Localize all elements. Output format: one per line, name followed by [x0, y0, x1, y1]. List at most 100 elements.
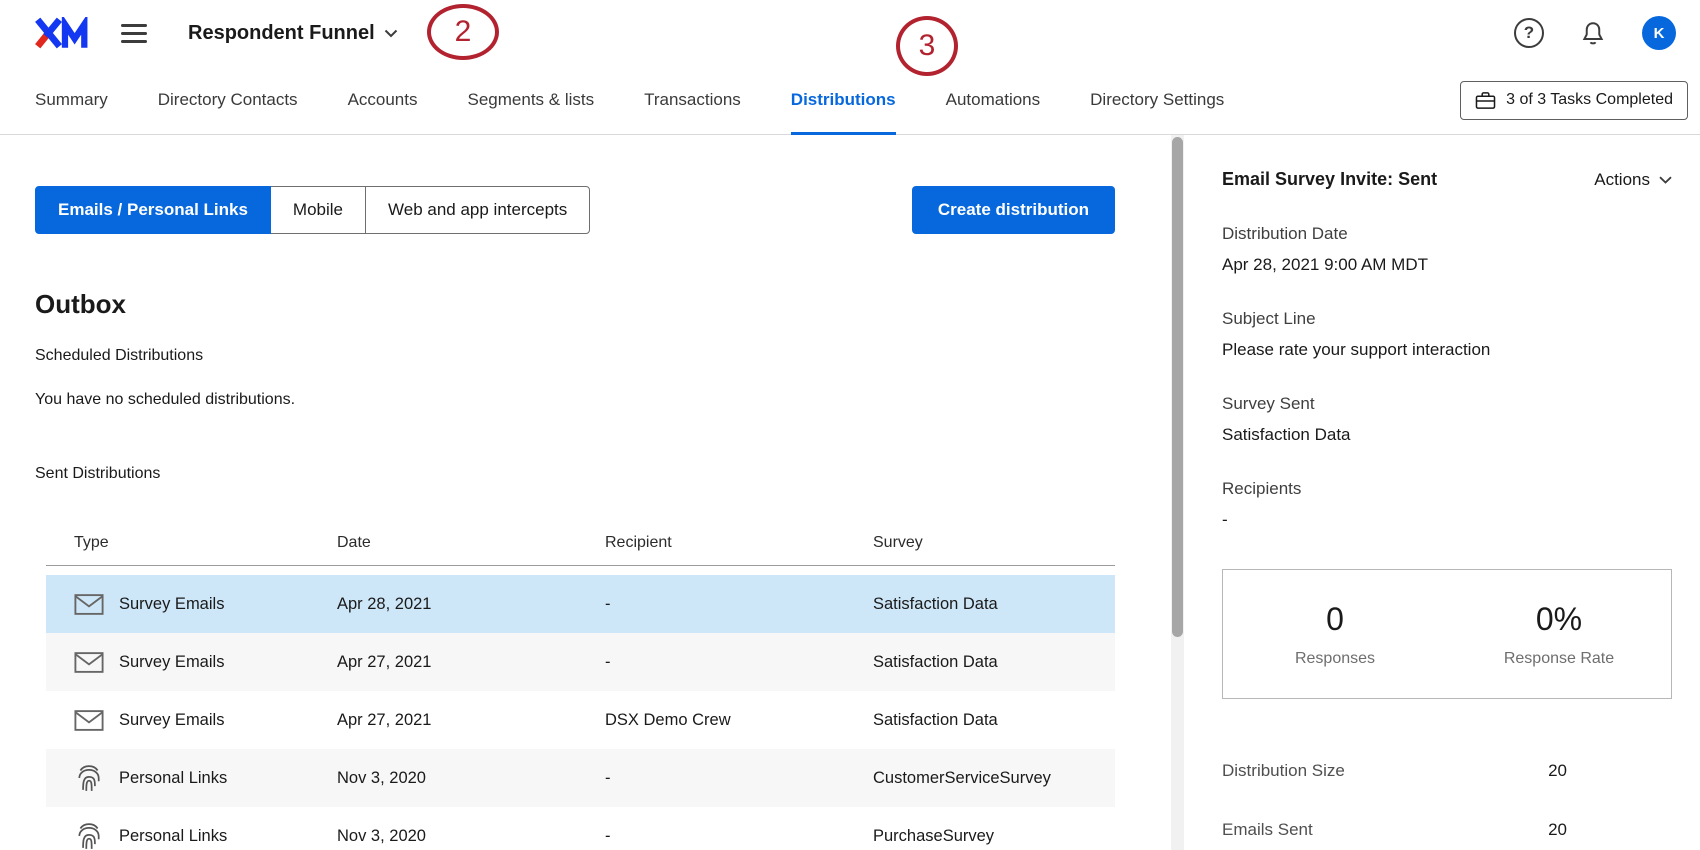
field-value: Please rate your support interaction — [1222, 340, 1672, 360]
scheduled-distributions-heading: Scheduled Distributions — [35, 347, 1171, 365]
responses-stat: 0 Responses — [1223, 601, 1447, 668]
page-title: Respondent Funnel — [188, 22, 375, 45]
field-label: Subject Line — [1222, 309, 1672, 329]
menu-hamburger-icon[interactable] — [121, 24, 147, 43]
help-icon[interactable]: ? — [1514, 18, 1544, 48]
distributions-content: Emails / Personal Links Mobile Web and a… — [0, 135, 1171, 850]
metric-value: 20 — [1548, 761, 1567, 783]
table-row[interactable]: Survey Emails Apr 28, 2021 - Satisfactio… — [46, 575, 1115, 633]
field-value: Satisfaction Data — [1222, 425, 1672, 445]
segment-emails-personal-links[interactable]: Emails / Personal Links — [35, 186, 271, 234]
field-value: Apr 28, 2021 9:00 AM MDT — [1222, 255, 1672, 275]
vertical-scrollbar[interactable] — [1171, 135, 1184, 850]
xm-logo-icon[interactable] — [35, 17, 93, 49]
response-rate-caption: Response Rate — [1504, 650, 1614, 668]
response-rate-stat: 0% Response Rate — [1447, 601, 1671, 668]
tab-directory-settings[interactable]: Directory Settings — [1090, 66, 1224, 134]
distribution-detail-panel: Email Survey Invite: Sent Actions Distri… — [1193, 135, 1700, 850]
metric-label: Emails Sent — [1222, 820, 1313, 842]
envelope-icon — [74, 593, 104, 616]
chevron-down-icon — [1659, 176, 1672, 184]
table-row[interactable]: Survey Emails Apr 27, 2021 DSX Demo Crew… — [46, 691, 1115, 749]
responses-count: 0 — [1326, 601, 1344, 638]
tab-distributions[interactable]: Distributions — [791, 66, 896, 134]
table-row[interactable]: Personal Links Nov 3, 2020 - PurchaseSur… — [46, 807, 1115, 850]
tab-bar: Summary Directory Contacts Accounts Segm… — [0, 66, 1700, 135]
tab-automations[interactable]: Automations — [946, 66, 1041, 134]
notifications-bell-icon[interactable] — [1580, 20, 1606, 47]
response-stats-box: 0 Responses 0% Response Rate — [1222, 569, 1672, 699]
tab-summary[interactable]: Summary — [35, 66, 108, 134]
responses-caption: Responses — [1295, 650, 1375, 668]
tasks-completed-button[interactable]: 3 of 3 Tasks Completed — [1460, 81, 1688, 120]
fingerprint-icon — [74, 764, 104, 792]
type-label: Survey Emails — [119, 653, 224, 672]
detail-panel-header: Email Survey Invite: Sent Actions — [1222, 169, 1672, 190]
field-label: Distribution Date — [1222, 224, 1672, 244]
date-cell: Apr 27, 2021 — [337, 711, 605, 730]
type-cell: Survey Emails — [74, 593, 337, 616]
envelope-icon — [74, 709, 104, 732]
table-row[interactable]: Survey Emails Apr 27, 2021 - Satisfactio… — [46, 633, 1115, 691]
distribution-toolbar: Emails / Personal Links Mobile Web and a… — [35, 186, 1171, 234]
sent-distributions-heading: Sent Distributions — [35, 465, 1171, 483]
type-cell: Personal Links — [74, 764, 337, 792]
recipient-cell: DSX Demo Crew — [605, 711, 873, 730]
user-avatar[interactable]: K — [1642, 16, 1676, 50]
date-cell: Nov 3, 2020 — [337, 827, 605, 846]
recipient-cell: - — [605, 653, 873, 672]
table-row[interactable]: Personal Links Nov 3, 2020 - CustomerSer… — [46, 749, 1115, 807]
type-label: Survey Emails — [119, 711, 224, 730]
fingerprint-icon — [74, 822, 104, 850]
metric-label: Distribution Size — [1222, 761, 1345, 783]
detail-title: Email Survey Invite: Sent — [1222, 169, 1437, 190]
actions-dropdown[interactable]: Actions — [1594, 170, 1672, 190]
project-title-dropdown[interactable]: Respondent Funnel — [188, 22, 398, 45]
distribution-metrics: Distribution Size 20 Emails Sent 20 — [1222, 761, 1567, 842]
type-label: Personal Links — [119, 769, 227, 788]
survey-cell: Satisfaction Data — [873, 711, 1115, 730]
type-label: Survey Emails — [119, 595, 224, 614]
date-cell: Apr 27, 2021 — [337, 653, 605, 672]
tab-directory-contacts[interactable]: Directory Contacts — [158, 66, 298, 134]
tab-transactions[interactable]: Transactions — [644, 66, 741, 134]
recipient-cell: - — [605, 595, 873, 614]
create-distribution-button[interactable]: Create distribution — [912, 186, 1115, 234]
app-window: Respondent Funnel ? K 2 3 Summary Direct… — [0, 0, 1700, 850]
segment-web-app-intercepts[interactable]: Web and app intercepts — [365, 186, 590, 234]
outbox-heading: Outbox — [35, 289, 1171, 320]
survey-cell: CustomerServiceSurvey — [873, 769, 1115, 788]
survey-cell: Satisfaction Data — [873, 595, 1115, 614]
type-cell: Personal Links — [74, 822, 337, 850]
survey-cell: Satisfaction Data — [873, 653, 1115, 672]
field-distribution-date: Distribution Date Apr 28, 2021 9:00 AM M… — [1222, 224, 1672, 275]
tab-segments-lists[interactable]: Segments & lists — [468, 66, 595, 134]
sent-distributions-table: Type Date Recipient Survey Survey Emails — [46, 521, 1115, 850]
tab-accounts[interactable]: Accounts — [348, 66, 418, 134]
survey-cell: PurchaseSurvey — [873, 827, 1115, 846]
top-bar: Respondent Funnel ? K — [0, 0, 1700, 66]
recipient-cell: - — [605, 769, 873, 788]
column-header-recipient: Recipient — [605, 534, 873, 552]
field-subject-line: Subject Line Please rate your support in… — [1222, 309, 1672, 360]
type-cell: Survey Emails — [74, 651, 337, 674]
field-label: Survey Sent — [1222, 394, 1672, 414]
metric-value: 20 — [1548, 820, 1567, 842]
table-body: Survey Emails Apr 28, 2021 - Satisfactio… — [46, 575, 1115, 850]
date-cell: Nov 3, 2020 — [337, 769, 605, 788]
metric-emails-sent: Emails Sent 20 — [1222, 820, 1567, 842]
envelope-icon — [74, 651, 104, 674]
column-header-survey: Survey — [873, 534, 1115, 552]
channel-segmented-control: Emails / Personal Links Mobile Web and a… — [35, 186, 590, 234]
field-survey-sent: Survey Sent Satisfaction Data — [1222, 394, 1672, 445]
segment-mobile[interactable]: Mobile — [270, 186, 366, 234]
type-label: Personal Links — [119, 827, 227, 846]
chevron-down-icon — [384, 29, 398, 38]
response-rate-value: 0% — [1536, 601, 1582, 638]
field-recipients: Recipients - — [1222, 479, 1672, 530]
column-header-date: Date — [337, 534, 605, 552]
scheduled-empty-text: You have no scheduled distributions. — [35, 391, 1171, 409]
type-cell: Survey Emails — [74, 709, 337, 732]
scrollbar-thumb[interactable] — [1172, 137, 1183, 637]
metric-distribution-size: Distribution Size 20 — [1222, 761, 1567, 783]
